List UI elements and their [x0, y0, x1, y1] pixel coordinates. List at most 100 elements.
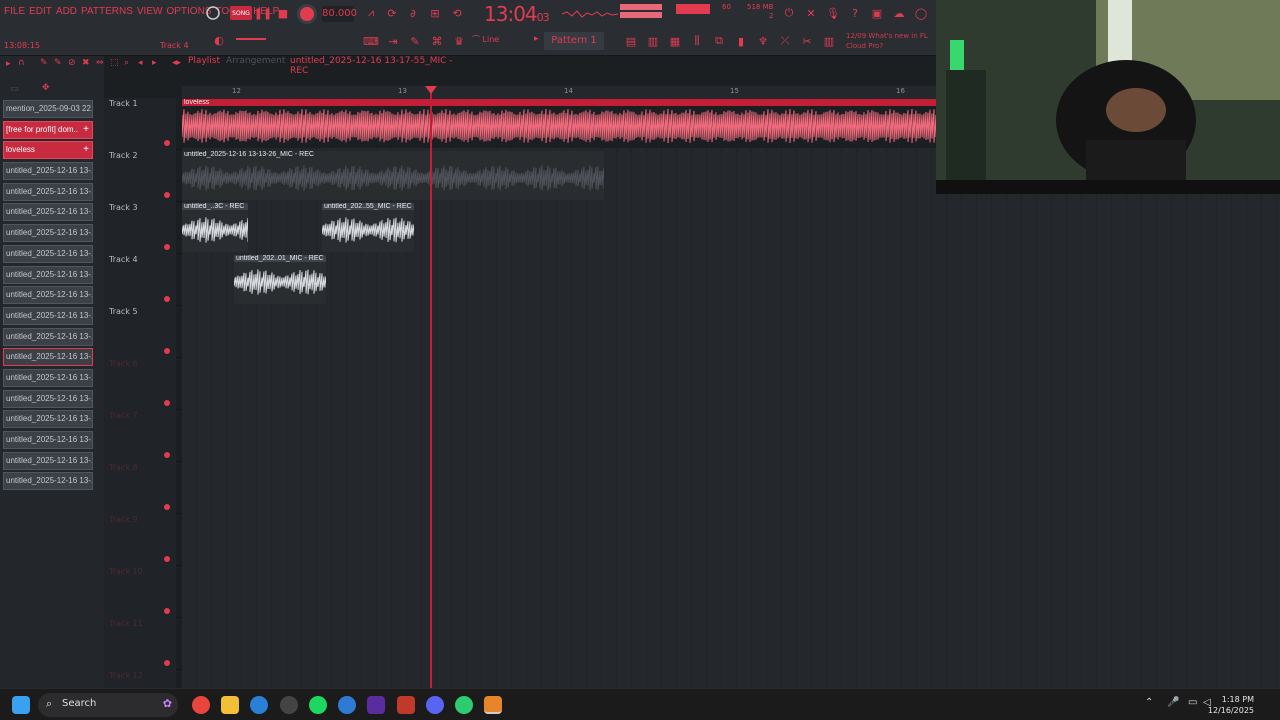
keyboard-icon[interactable]: ⌨	[362, 33, 380, 49]
tray-chevron-icon[interactable]: ⌃	[1145, 697, 1153, 708]
countdown-icon[interactable]: ∂	[404, 5, 422, 21]
audio-clip[interactable]: untitled_202..01_MIC - REC	[234, 255, 326, 304]
time-display[interactable]: 13:0403	[484, 2, 550, 26]
track-header[interactable]: Track 6	[104, 358, 176, 410]
audio-clip[interactable]: loveless	[182, 99, 938, 148]
track-header[interactable]: Track 4	[104, 254, 176, 306]
taskbar-search[interactable]: ⌕ Search ✿	[38, 693, 178, 717]
playlist-view-icon[interactable]: ▤	[622, 33, 640, 49]
browser-item[interactable]: untitled_2025-12-16 13-..	[3, 368, 93, 387]
track-lane[interactable]: untitled_..3C - REC untitled_202..55_MIC …	[182, 202, 1280, 254]
resize-icon[interactable]: ⇔	[96, 58, 104, 68]
stop-icon[interactable]: ■	[274, 5, 292, 21]
browser-item[interactable]: untitled_2025-12-16 13-..	[3, 472, 93, 491]
browser-item[interactable]: untitled_2025-12-16 13-..	[3, 286, 93, 305]
track-header[interactable]: Track 10	[104, 566, 176, 618]
touch-icon[interactable]: ⤫	[776, 33, 794, 49]
pat-song-toggle[interactable]: SONG	[230, 6, 252, 20]
browser-item[interactable]: untitled_2025-12-16 13-..	[3, 451, 93, 470]
track-enable-icon[interactable]	[164, 400, 170, 406]
track-enable-icon[interactable]	[164, 296, 170, 302]
menu-view[interactable]: VIEW	[137, 6, 163, 17]
zoom-tool-icon[interactable]: ⌕	[124, 58, 129, 68]
playlist-arrangement[interactable]: Arrangement	[226, 56, 285, 66]
wait-input-icon[interactable]: ⟳	[383, 5, 401, 21]
browser-item[interactable]: loveless +	[3, 141, 93, 160]
track-enable-icon[interactable]	[164, 244, 170, 250]
step-edit-icon[interactable]: ⊞	[426, 5, 444, 21]
browser-item[interactable]: untitled_2025-12-16 13-..	[3, 410, 93, 429]
tool-app-icon[interactable]	[397, 696, 415, 714]
browser-item[interactable]: untitled_2025-12-16 13-..	[3, 162, 93, 181]
track-lane[interactable]	[182, 306, 1280, 358]
plugin-picker-icon[interactable]: ▮	[732, 33, 750, 49]
track-lane[interactable]	[182, 618, 1280, 670]
menu-patterns[interactable]: PATTERNS	[81, 6, 133, 17]
track-enable-icon[interactable]	[164, 452, 170, 458]
track-enable-icon[interactable]	[164, 192, 170, 198]
track-enable-icon[interactable]	[164, 660, 170, 666]
pattern-selector[interactable]: Pattern 1	[544, 32, 604, 50]
mixer-icon[interactable]: ⫼	[688, 33, 706, 49]
chrome-icon[interactable]	[192, 696, 210, 714]
track-header[interactable]: Track 1	[104, 98, 176, 150]
tray-mic-icon[interactable]: 🎤	[1167, 697, 1179, 708]
track-lane[interactable]	[182, 566, 1280, 618]
playhead-marker[interactable]	[425, 86, 437, 94]
slip-tool-icon[interactable]: ▸	[152, 58, 157, 68]
tray-network-icon[interactable]: ▭	[1188, 697, 1197, 708]
browser-item[interactable]: untitled_2025-12-16 13-..	[3, 244, 93, 263]
next-app-icon[interactable]	[367, 696, 385, 714]
chat-app-icon[interactable]	[455, 696, 473, 714]
fl-studio-taskbar-icon[interactable]	[484, 696, 502, 714]
track-header[interactable]: Track 9	[104, 514, 176, 566]
track-enable-icon[interactable]	[164, 504, 170, 510]
browser-item[interactable]: untitled_2025-12-16 13-..	[3, 182, 93, 201]
browser-item[interactable]: [free for profit] dom.. +	[3, 120, 93, 139]
browser-item[interactable]: untitled_2025-12-16 13-..	[3, 224, 93, 243]
track-header[interactable]: Track 8	[104, 462, 176, 514]
news-panel[interactable]: 12/09 What's new in FL Cloud Pro?	[846, 31, 928, 51]
tempo-tap-icon[interactable]: ♆	[754, 33, 772, 49]
channel-rack-icon[interactable]: ▦	[666, 33, 684, 49]
discord-icon[interactable]	[426, 696, 444, 714]
track-enable-icon[interactable]	[164, 140, 170, 146]
edge-icon[interactable]	[250, 696, 268, 714]
track-header[interactable]: Track 11	[104, 618, 176, 670]
master-volume-slider[interactable]	[236, 38, 266, 40]
snap-selector[interactable]: ⌒ Line	[472, 34, 499, 45]
menu-file[interactable]: FILE	[4, 6, 25, 17]
track-lane[interactable]	[182, 462, 1280, 514]
add-icon[interactable]: +	[83, 142, 89, 158]
pencil-tool-icon[interactable]: ✎	[406, 33, 424, 49]
piano-roll-icon[interactable]: ▥	[644, 33, 662, 49]
playback-tool-icon[interactable]: ◂	[138, 58, 143, 68]
pause-icon[interactable]: ❚❚	[254, 5, 272, 21]
mic-icon[interactable]: 🎙	[824, 5, 842, 21]
track-lane[interactable]	[182, 410, 1280, 462]
browser-icon[interactable]: ⧉	[710, 33, 728, 49]
file-explorer-icon[interactable]	[221, 696, 239, 714]
spotify-icon[interactable]	[309, 696, 327, 714]
loop-icon[interactable]	[204, 5, 222, 21]
scripting-icon[interactable]: ✂	[798, 33, 816, 49]
browser-nav-icon[interactable]: ✥	[42, 83, 50, 93]
track-header[interactable]: Track 2	[104, 150, 176, 202]
save-icon[interactable]: ▣	[868, 5, 886, 21]
loop-record-icon[interactable]: ⟲	[448, 5, 466, 21]
track-lane[interactable]	[182, 514, 1280, 566]
track-lane[interactable]: untitled_202..01_MIC - REC	[182, 254, 1280, 306]
browser-item[interactable]: untitled_2025-12-16 13-..	[3, 203, 93, 222]
browser-item[interactable]: untitled_2025-12-16 13-..	[3, 327, 93, 346]
browser-item[interactable]: untitled_2025-12-16 13-..	[3, 306, 93, 325]
panic-icon[interactable]: ✕	[802, 5, 820, 21]
power-icon[interactable]: ⏻	[780, 5, 798, 21]
select-tool-icon[interactable]: ⬚	[110, 58, 119, 68]
app-icon[interactable]	[338, 696, 356, 714]
typing-keyboard-icon[interactable]: ⇥	[384, 33, 402, 49]
pattern-prev-icon[interactable]: ▸	[534, 34, 539, 44]
playhead[interactable]	[430, 86, 432, 688]
menu-add[interactable]: ADD	[56, 6, 77, 17]
browser-item[interactable]: untitled_2025-12-16 13-..	[3, 431, 93, 449]
audio-clip[interactable]: untitled_..3C - REC	[182, 203, 248, 252]
